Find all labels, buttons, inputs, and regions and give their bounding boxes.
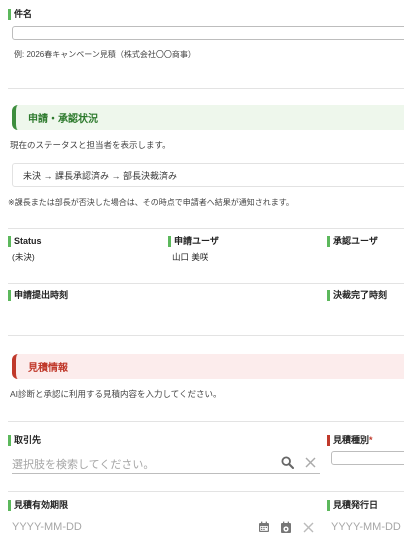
status-value: (未決) bbox=[12, 252, 35, 262]
validity-date-label: 見積有効期限 bbox=[8, 500, 68, 511]
approval-section-title: 申請・承認状況 bbox=[28, 114, 98, 125]
clear-icon[interactable] bbox=[303, 455, 317, 469]
approval-section-header: 申請・承認状況 bbox=[12, 105, 404, 130]
client-label: 取引先 bbox=[8, 435, 41, 446]
divider bbox=[8, 283, 404, 284]
status-label: Status bbox=[8, 236, 42, 247]
calendar-icon[interactable] bbox=[257, 520, 271, 534]
divider bbox=[8, 228, 404, 229]
divider bbox=[8, 421, 404, 422]
validity-date-field[interactable]: YYYY-MM-DD bbox=[12, 516, 320, 538]
client-underline bbox=[12, 473, 320, 474]
subject-example: 例: 2026春キャンペーン見積（株式会社〇〇商事） bbox=[14, 50, 196, 59]
approval-flow: 未決 → 課長承認済み → 部長決裁済み bbox=[12, 163, 404, 187]
validity-date-placeholder: YYYY-MM-DD bbox=[12, 521, 82, 533]
calendar-today-icon[interactable] bbox=[279, 520, 293, 534]
estimate-section-header: 見積情報 bbox=[12, 354, 404, 379]
estimate-type-select[interactable] bbox=[331, 451, 404, 465]
required-marker: * bbox=[369, 435, 373, 445]
estimate-type-label: 見積種別* bbox=[327, 435, 373, 446]
issue-date-label: 見積発行日 bbox=[327, 500, 378, 511]
client-search-field[interactable]: 選択肢を検索してください。 bbox=[12, 452, 320, 474]
approval-description: 現在のステータスと担当者を表示します。 bbox=[10, 140, 171, 150]
issue-date-placeholder: YYYY-MM-DD bbox=[331, 521, 401, 533]
submitted-time-label: 申請提出時刻 bbox=[8, 290, 68, 301]
completed-time-label: 決裁完了時刻 bbox=[327, 290, 387, 301]
estimate-section-title: 見積情報 bbox=[28, 363, 68, 374]
subject-label: 件名 bbox=[8, 9, 32, 20]
search-icon[interactable] bbox=[280, 455, 294, 469]
applicant-label: 申請ユーザ bbox=[168, 236, 219, 247]
estimate-description: AI診断と承認に利用する見積内容を入力してください。 bbox=[10, 389, 222, 399]
approval-note: ※課長または部長が否決した場合は、その時点で申請者へ結果が通知されます。 bbox=[8, 198, 294, 207]
subject-input[interactable] bbox=[12, 26, 404, 40]
divider bbox=[8, 88, 404, 89]
clear-icon[interactable] bbox=[301, 520, 315, 534]
applicant-value: 山口 美咲 bbox=[172, 252, 209, 262]
approver-label: 承認ユーザ bbox=[327, 236, 378, 247]
approval-flow-text: 未決 → 課長承認済み → 部長決裁済み bbox=[23, 170, 178, 181]
divider bbox=[8, 491, 404, 492]
client-search-placeholder: 選択肢を検索してください。 bbox=[12, 459, 155, 471]
divider bbox=[8, 335, 404, 336]
issue-date-field[interactable]: YYYY-MM-DD bbox=[331, 516, 404, 538]
